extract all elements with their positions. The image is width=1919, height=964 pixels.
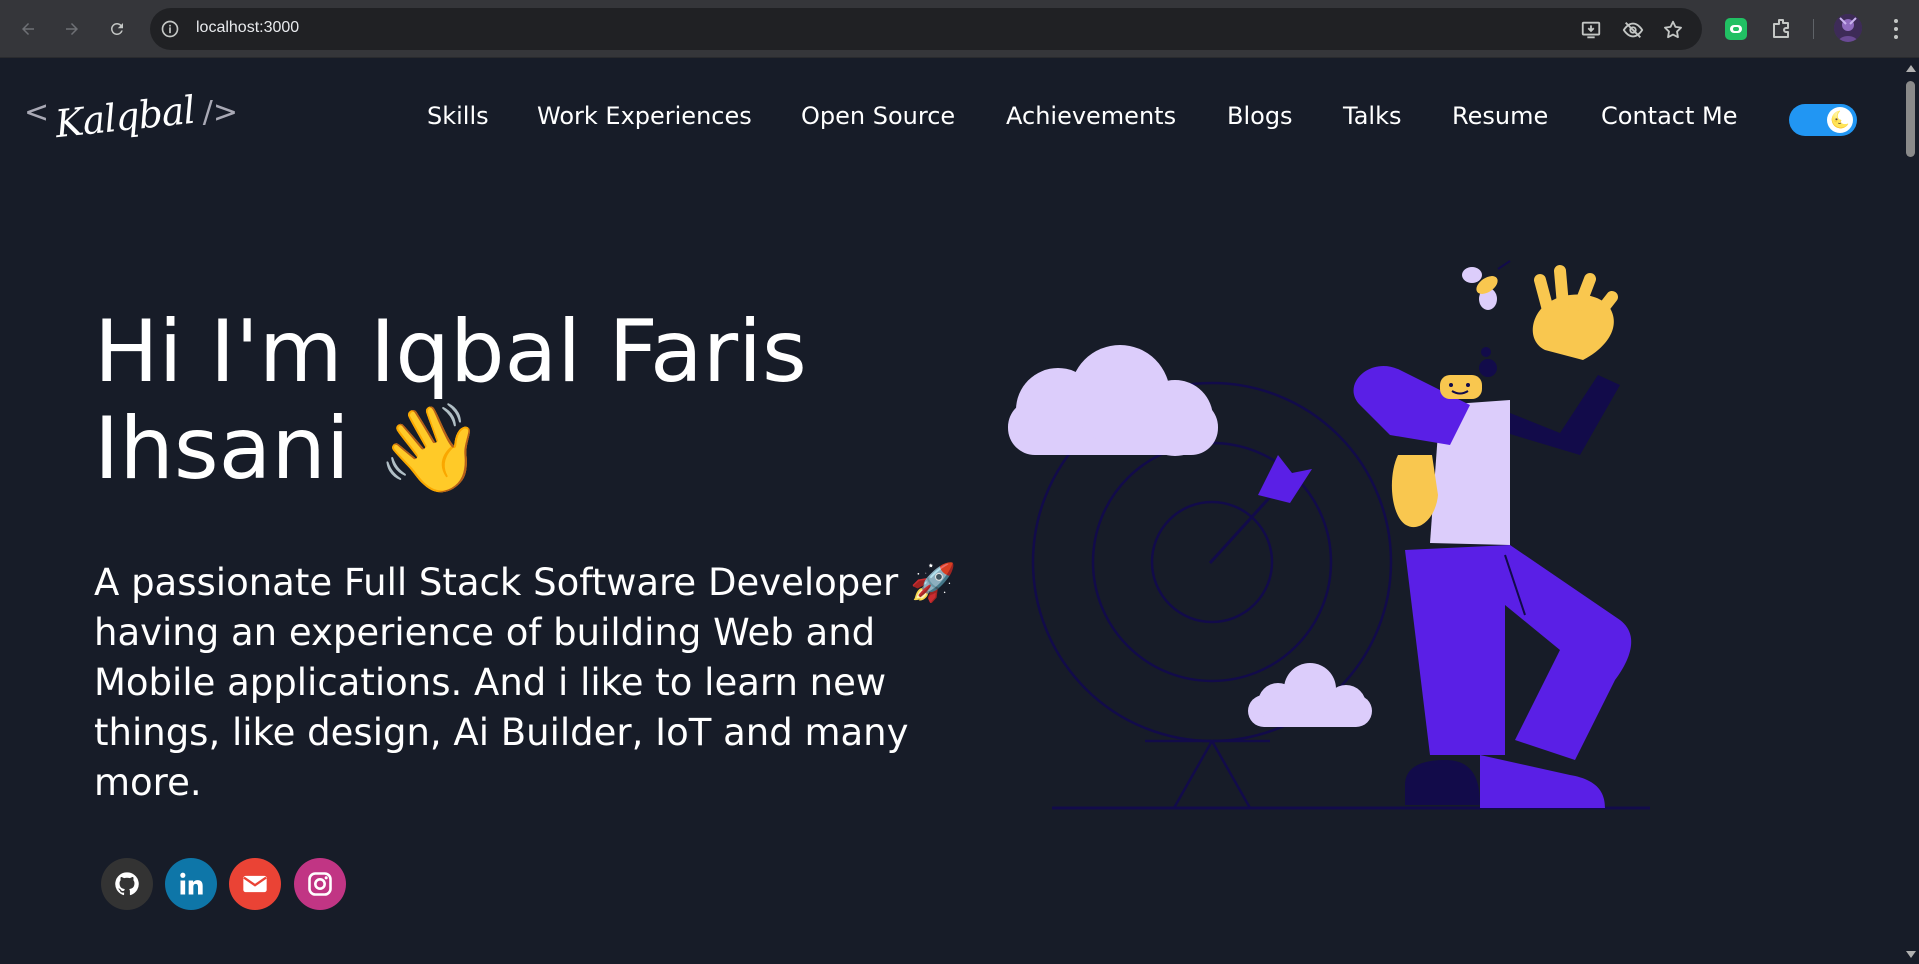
page-scrollbar[interactable] [1902,59,1919,964]
nav-resume[interactable]: Resume [1452,102,1548,130]
toggle-knob: 🌜 [1827,107,1853,133]
scroll-down-arrow-icon[interactable] [1906,951,1916,958]
profile-avatar-image [1834,14,1862,42]
hero-title: Hi I'm Iqbal Faris Ihsani 👋 [94,302,807,499]
nav-open-source[interactable]: Open Source [801,102,955,130]
profile-avatar[interactable] [1834,14,1862,42]
nav-contact-me[interactable]: Contact Me [1601,102,1737,130]
extension-badge-icon[interactable] [1724,17,1748,41]
logo-signature: Kalqbal [53,87,197,147]
email-link[interactable] [229,858,281,910]
instagram-icon [308,872,332,896]
reload-button[interactable] [103,15,131,43]
back-button[interactable] [14,15,42,43]
linkedin-icon [180,872,203,895]
character-graphic [1353,265,1632,808]
hero-description: A passionate Full Stack Software Develop… [94,561,957,804]
linkedin-link[interactable] [165,858,217,910]
nav-achievements[interactable]: Achievements [1006,102,1176,130]
url-text: localhost:3000 [196,19,300,36]
github-icon [115,872,139,896]
site-logo[interactable]: < Kalqbal /> [24,88,239,162]
nav-work-experiences[interactable]: Work Experiences [537,102,752,130]
mail-icon [243,875,267,893]
theme-toggle[interactable]: 🌜 [1789,104,1857,136]
install-app-icon[interactable] [1580,19,1602,41]
nav-talks[interactable]: Talks [1343,102,1401,130]
github-link[interactable] [101,858,153,910]
back-icon [22,23,34,35]
bee-graphic [1462,260,1511,310]
moon-icon: 🌜 [1830,110,1850,129]
scrollbar-thumb[interactable] [1906,81,1915,157]
nav-blogs[interactable]: Blogs [1227,102,1293,130]
nav-skills[interactable]: Skills [427,102,489,130]
forward-icon [66,23,78,35]
logo-left-bracket: < [24,95,50,130]
forward-button[interactable] [58,15,86,43]
bookmark-star-icon[interactable] [1662,19,1684,41]
scroll-up-arrow-icon[interactable] [1906,65,1916,72]
address-bar[interactable]: localhost:3000 [150,8,1702,50]
more-menu-icon[interactable] [1884,16,1908,42]
browser-toolbar: localhost:3000 [0,0,1919,58]
toolbar-divider [1813,19,1814,39]
instagram-link[interactable] [294,858,346,910]
cloud-large-graphic [1008,345,1218,456]
hero-illustration [1008,260,1650,810]
site-info-icon[interactable] [160,19,180,39]
eye-off-icon[interactable] [1622,19,1644,41]
reload-icon [110,22,123,35]
logo-right-bracket: /> [202,95,239,130]
dart-graphic [1208,455,1312,565]
extensions-puzzle-icon[interactable] [1769,17,1793,41]
